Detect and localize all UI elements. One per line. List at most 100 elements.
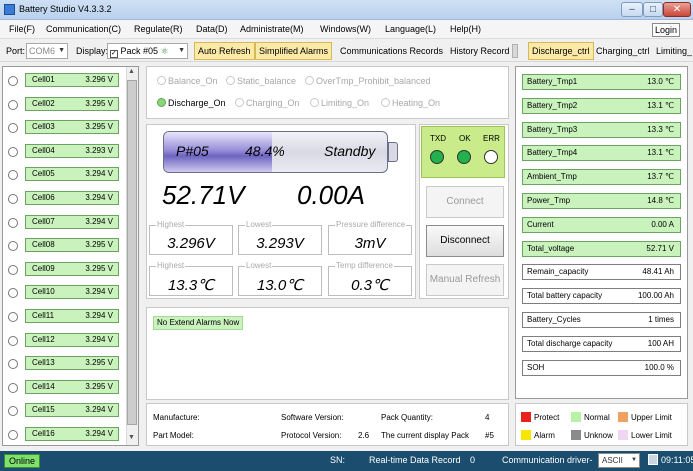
- ok-label: OK: [459, 134, 471, 143]
- menu-windows[interactable]: Windows(W): [320, 24, 371, 34]
- parameter-name: Total battery capacity: [527, 291, 603, 301]
- network-icon: [648, 454, 658, 465]
- close-button[interactable]: ✕: [663, 2, 691, 17]
- parameter-value: 13.3 ℃: [647, 124, 674, 134]
- parameter-name: Current: [527, 219, 554, 229]
- cell-select-radio[interactable]: [8, 430, 18, 440]
- limiting-ctrl-button[interactable]: Limiting_: [652, 42, 693, 60]
- charging-on-option: Charging_On: [235, 98, 300, 108]
- cell-name: Cell11: [32, 311, 55, 320]
- realtime-record-label: Real-time Data Record: [369, 455, 461, 465]
- online-badge: Online: [4, 454, 41, 468]
- login-button[interactable]: Login: [652, 23, 680, 37]
- charging-ctrl-button[interactable]: Charging_ctrl: [592, 42, 654, 60]
- parameter-row: Ambient_Tmp 13.7 ℃: [522, 169, 681, 186]
- app-icon: [4, 4, 15, 15]
- port-label: Port:: [6, 46, 26, 56]
- menu-help[interactable]: Help(H): [450, 24, 481, 34]
- cell-voltage-item: Cell04 3.293 V: [25, 143, 119, 158]
- comm-driver-value: ASCII: [602, 456, 623, 465]
- disconnect-button[interactable]: Disconnect: [426, 225, 504, 257]
- temp-lowest-box: Lowest 13.0℃: [238, 261, 322, 296]
- cell-voltage-item: Cell03 3.295 V: [25, 120, 119, 135]
- parameter-value: 13.0 ℃: [647, 77, 674, 86]
- balance-on-option: Balance_On: [157, 76, 218, 86]
- menu-communication[interactable]: Communication(C): [46, 24, 121, 34]
- cell-select-radio[interactable]: [8, 146, 18, 157]
- menu-administrate[interactable]: Administrate(M): [240, 24, 304, 34]
- cell-name: Cell09: [32, 263, 55, 273]
- cell-voltage: 3.295 V: [85, 98, 113, 108]
- menu-language[interactable]: Language(L): [385, 24, 436, 34]
- comm-driver-select[interactable]: ASCII ▼: [598, 453, 640, 468]
- cell-voltage: 3.295 V: [85, 263, 113, 273]
- maximize-button[interactable]: □: [643, 2, 663, 17]
- cell-voltage: 3.296 V: [85, 75, 113, 84]
- cell-name: Cell16: [32, 429, 55, 438]
- cell-voltage: 3.294 V: [85, 287, 113, 297]
- cell-voltage-item: Cell09 3.295 V: [25, 261, 119, 276]
- pack-tree-icon: ⚛: [160, 46, 169, 56]
- cell-select-radio[interactable]: [8, 99, 18, 110]
- cell-select-radio[interactable]: [8, 264, 18, 275]
- pack-quantity-value: 4: [485, 413, 490, 422]
- legend-label: Unknow: [584, 431, 613, 440]
- parameter-value: 14.8 ℃: [647, 196, 674, 205]
- cell-name: Cell12: [32, 334, 55, 344]
- port-select[interactable]: COM6 ▼: [26, 43, 68, 59]
- sn-label: SN:: [330, 455, 346, 465]
- connect-button[interactable]: Connect: [426, 186, 504, 218]
- cell-select-radio[interactable]: [8, 312, 18, 322]
- scroll-down-icon[interactable]: ▼: [128, 434, 135, 441]
- parameter-value: 1 times: [648, 315, 674, 324]
- legend-label: Normal: [584, 413, 610, 422]
- cell-select-radio[interactable]: [8, 76, 18, 86]
- protocol-version-value: 2.6: [358, 431, 370, 440]
- communications-records-button[interactable]: Communications Records: [336, 42, 447, 60]
- minimize-button[interactable]: –: [621, 2, 643, 17]
- comm-driver-label: Communication driver-: [502, 455, 593, 465]
- scroll-up-icon[interactable]: ▲: [128, 68, 135, 75]
- display-value: Pack #05: [120, 46, 159, 56]
- parameter-value: 13.1 ℃: [647, 148, 674, 158]
- discharge-ctrl-button[interactable]: Discharge_ctrl: [528, 42, 594, 60]
- legend-label: Lower Limit: [631, 431, 672, 440]
- menu-file[interactable]: File(F): [9, 24, 35, 34]
- cell-select-radio[interactable]: [8, 217, 18, 228]
- cell-select-radio[interactable]: [8, 382, 18, 393]
- parameter-value: 48.41 Ah: [642, 267, 674, 277]
- parameter-value: 13.7 ℃: [647, 172, 674, 182]
- parameter-row: Battery_Tmp4 13.1 ℃: [522, 145, 681, 162]
- heating-on-option: Heating_On: [381, 98, 440, 108]
- cell-name: Cell06: [32, 193, 55, 202]
- protocol-version-label: Protocol Version:: [281, 431, 342, 440]
- menu-regulate[interactable]: Regulate(R): [134, 24, 183, 34]
- discharge-on-option: Discharge_On: [157, 98, 226, 108]
- voltage-highest-box: Highest 3.296V: [149, 220, 233, 255]
- display-select[interactable]: ✓ Pack #05 ⚛ ▼: [107, 43, 188, 59]
- parameter-name: Total_voltage: [527, 243, 575, 253]
- cell-voltage: 3.293 V: [85, 145, 113, 155]
- battery-pack-label: P#05: [176, 143, 209, 159]
- txd-label: TXD: [430, 134, 446, 143]
- simplified-alarms-button[interactable]: Simplified Alarms: [255, 42, 333, 60]
- parameter-value: 100.00 Ah: [637, 291, 674, 301]
- cell-voltage-item: Cell11 3.294 V: [25, 309, 119, 323]
- cell-voltage-item: Cell05 3.294 V: [25, 167, 119, 182]
- scrollbar-thumb[interactable]: [127, 80, 137, 425]
- cell-name: Cell15: [32, 405, 55, 415]
- auto-refresh-button[interactable]: Auto Refresh: [194, 42, 255, 60]
- cell-select-radio[interactable]: [8, 335, 18, 346]
- parameter-name: Battery_Cycles: [527, 315, 581, 324]
- chevron-down-icon: ▼: [58, 47, 65, 54]
- cell-voltage-item: Cell14 3.295 V: [25, 379, 119, 394]
- parameter-row: SOH 100.0 %: [522, 359, 681, 376]
- battery-terminal: [388, 142, 398, 162]
- cell-voltage-item: Cell15 3.294 V: [25, 403, 119, 418]
- manual-refresh-button[interactable]: Manual Refresh: [426, 264, 504, 296]
- history-record-button[interactable]: History Record: [446, 42, 514, 60]
- menu-data[interactable]: Data(D): [196, 24, 228, 34]
- cell-name: Cell13: [32, 358, 55, 368]
- cell-voltage: 3.294 V: [85, 311, 113, 320]
- cell-select-radio[interactable]: [8, 194, 18, 204]
